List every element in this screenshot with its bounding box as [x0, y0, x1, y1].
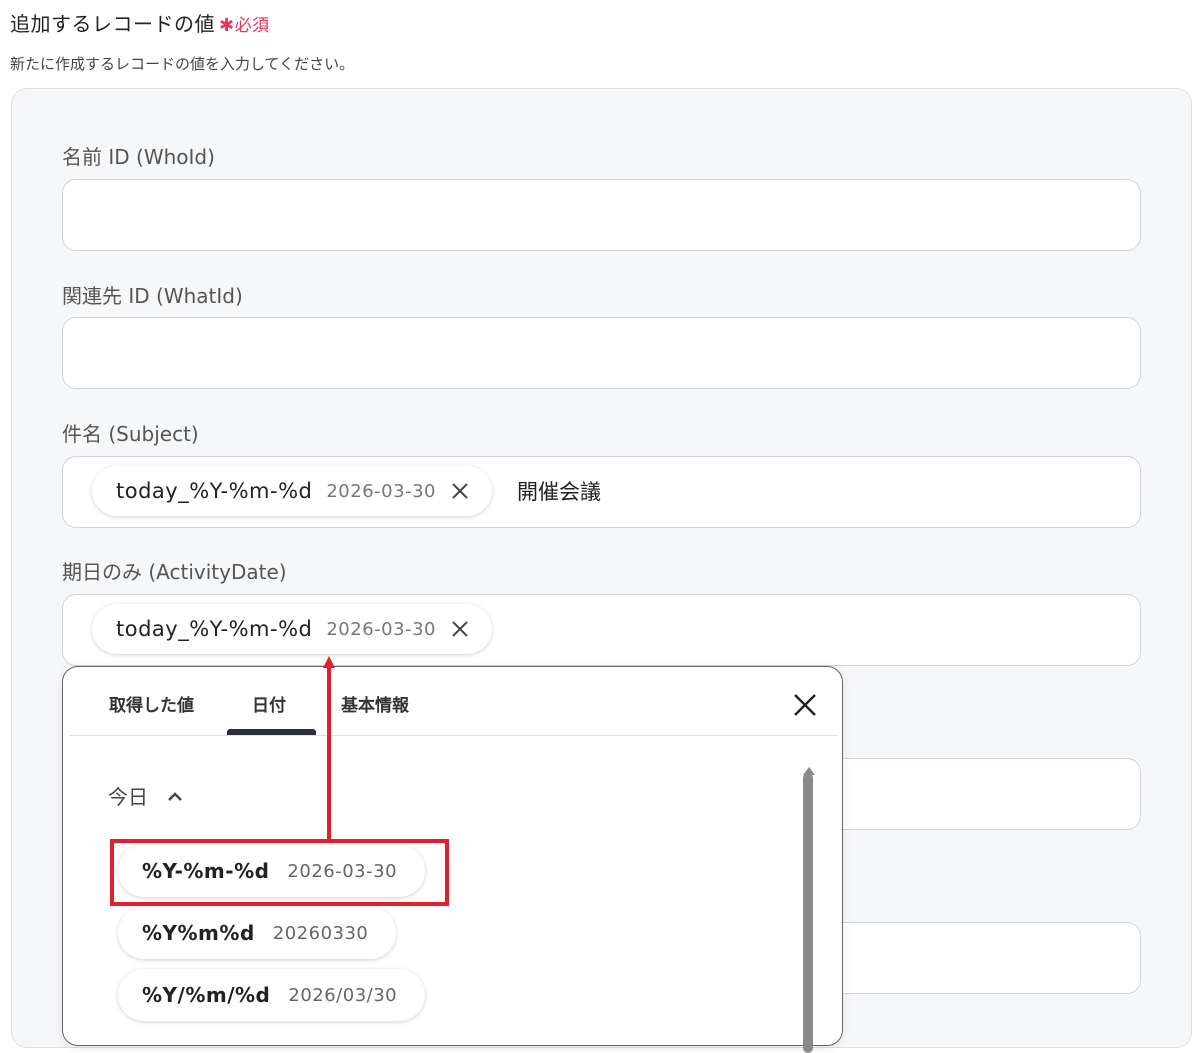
scrollbar-thumb[interactable]: [803, 773, 813, 1053]
option-name: %Y-%m-%d: [142, 859, 270, 883]
whoid-label: 名前 ID (WhoId): [62, 145, 215, 169]
section-description: 新たに作成するレコードの値を入力してください。: [10, 55, 355, 73]
annotation-arrow-head: [323, 656, 335, 668]
option-value: 2026-03-30: [287, 860, 398, 882]
chip-value: 2026-03-30: [326, 618, 436, 640]
subject-label: 件名 (Subject): [62, 422, 199, 446]
tab-basic-info[interactable]: 基本情報: [341, 691, 409, 716]
section-title-text: 追加するレコードの値: [10, 12, 215, 36]
group-header-today[interactable]: 今日: [108, 781, 184, 810]
activitydate-variable-chip[interactable]: today_%Y-%m-%d 2026-03-30: [92, 604, 492, 654]
chip-value: 2026-03-30: [326, 480, 436, 502]
close-icon[interactable]: [450, 481, 470, 501]
chip-name: today_%Y-%m-%d: [116, 479, 313, 503]
chevron-up-icon: [166, 787, 184, 805]
date-option-chip[interactable]: %Y-%m-%d 2026-03-30: [118, 845, 426, 897]
popup-scrollbar[interactable]: [803, 767, 815, 1053]
group-label: 今日: [108, 785, 148, 809]
date-option-chip[interactable]: %Y%m%d 20260330: [118, 907, 397, 959]
option-value: 2026/03/30: [288, 984, 398, 1006]
option-name: %Y/%m/%d: [142, 983, 271, 1007]
date-option-chip[interactable]: %Y/%m/%d 2026/03/30: [118, 969, 426, 1021]
required-mark-icon: ✱: [219, 15, 235, 36]
subject-text: 開催会議: [517, 480, 601, 504]
tab-retrieved-values[interactable]: 取得した値: [109, 691, 194, 716]
required-label: 必須: [234, 16, 270, 36]
tab-date[interactable]: 日付: [252, 691, 286, 716]
close-icon[interactable]: [791, 691, 819, 719]
annotation-arrow-line: [327, 666, 331, 841]
variable-picker-popup: 取得した値 日付 基本情報 今日 %Y-%m-%d 2026-03-30 %Y%…: [62, 666, 843, 1053]
close-icon[interactable]: [450, 619, 470, 639]
section-title: 追加するレコードの値 ✱必須: [10, 8, 270, 37]
activitydate-label: 期日のみ (ActivityDate): [62, 560, 287, 584]
subject-variable-chip[interactable]: today_%Y-%m-%d 2026-03-30: [92, 466, 492, 516]
tab-divider: [69, 735, 837, 736]
whatid-label: 関連先 ID (WhatId): [62, 284, 243, 308]
whatid-input[interactable]: [62, 317, 1141, 389]
chip-name: today_%Y-%m-%d: [116, 617, 313, 641]
option-value: 20260330: [272, 922, 369, 944]
option-name: %Y%m%d: [142, 921, 255, 945]
whoid-input[interactable]: [62, 179, 1141, 251]
